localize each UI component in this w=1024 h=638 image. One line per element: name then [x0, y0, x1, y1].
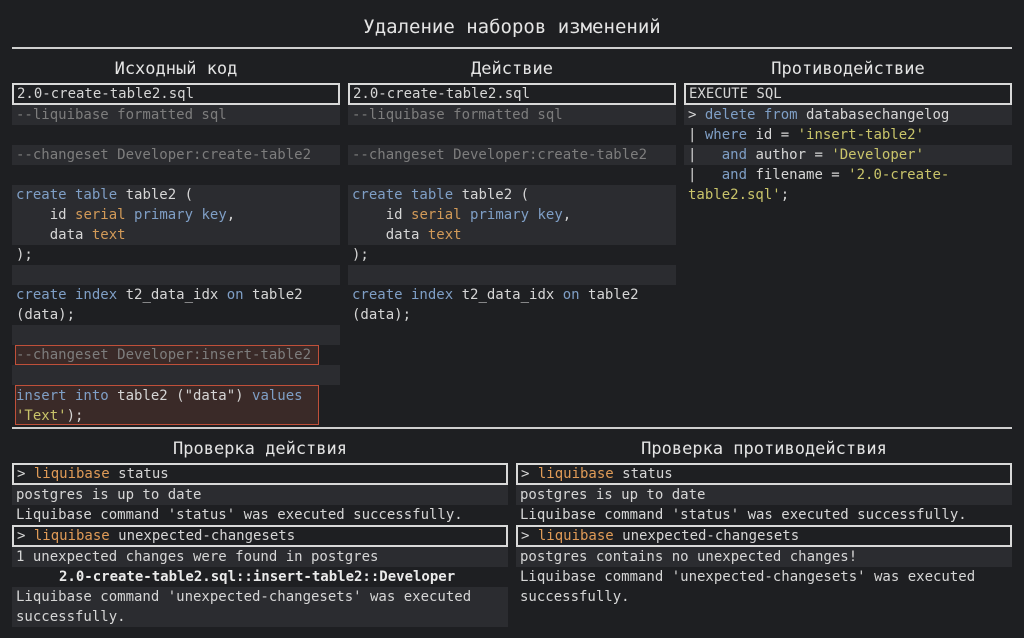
top-divider	[12, 47, 1012, 49]
status-command-line: > liquibase status	[516, 463, 1012, 485]
blank-line	[12, 365, 340, 385]
status-output-uptodate: postgres is up to date	[12, 485, 508, 505]
blank-line	[12, 265, 340, 285]
counter-delete-line: > delete from databasechangelog	[684, 105, 1012, 125]
unexpected-command-line: > liquibase unexpected-changesets	[12, 525, 508, 547]
action-changeset-create: --changeset Developer:create-table2	[348, 145, 676, 165]
column-action-title: Действие	[471, 59, 553, 79]
source-id-column-line: id serial primary key,	[12, 205, 340, 225]
blank-line	[348, 265, 676, 285]
unexpected-command-line: > liquibase unexpected-changesets	[516, 525, 1012, 547]
action-index-cols-line: (data);	[352, 307, 412, 323]
action-create-index-line: create index t2_data_idx on table2	[352, 287, 639, 303]
source-index-cols-line: (data);	[16, 307, 76, 323]
check-action-title: Проверка действия	[173, 439, 347, 459]
status-output-uptodate: postgres is up to date	[516, 485, 1012, 505]
source-code-panel: 2.0-create-table2.sql --liquibase format…	[12, 83, 340, 425]
check-counter-title: Проверка противодействия	[641, 439, 887, 459]
unexpected-output-changeset: 2.0-create-table2.sql::insert-table2::De…	[59, 569, 456, 585]
column-counter-title: Противодействие	[771, 59, 925, 79]
source-data-column-line: data text	[12, 225, 340, 245]
action-formatted-comment: --liquibase formatted sql	[348, 105, 676, 125]
source-create-table-line: create table table2 (	[12, 185, 340, 205]
action-data-column-line: data text	[348, 225, 676, 245]
insert-wrapper: insert into table2 ("data") values 'Text…	[12, 385, 340, 425]
unexpected-output-success-cont: successfully.	[520, 589, 630, 605]
source-create-index-line: create index t2_data_idx on table2	[16, 287, 303, 303]
column-source-title: Исходный код	[114, 59, 238, 79]
unexpected-output-success: Liquibase command 'unexpected-changesets…	[12, 587, 508, 607]
source-changeset-create: --changeset Developer:create-table2	[12, 145, 340, 165]
counter-header: EXECUTE SQL	[684, 83, 1012, 105]
unexpected-output-count: 1 unexpected changes were found in postg…	[12, 547, 508, 567]
counter-filename-line: | and filename = '2.0-create-	[688, 167, 950, 183]
counter-where-line: | where id = 'insert-table2'	[688, 127, 925, 143]
highlight-wrapper: --changeset Developer:insert-table2	[12, 345, 340, 365]
source-insert-highlight: insert into table2 ("data") values 'Text…	[15, 385, 319, 425]
action-file-header: 2.0-create-table2.sql	[348, 83, 676, 105]
blank-line	[12, 325, 340, 345]
status-output-success: Liquibase command 'status' was executed …	[520, 507, 967, 523]
check-counter-terminal: > liquibase status postgres is up to dat…	[516, 463, 1012, 607]
page-title: Удаление наборов изменений	[363, 16, 661, 38]
middle-divider	[12, 427, 1012, 429]
status-command-line: > liquibase status	[12, 463, 508, 485]
source-file-header: 2.0-create-table2.sql	[12, 83, 340, 105]
unexpected-output-success: Liquibase command 'unexpected-changesets…	[520, 569, 976, 585]
counter-filename-cont-line: table2.sql';	[688, 187, 790, 203]
action-close-paren: );	[352, 247, 369, 263]
unexpected-output-success-cont: successfully.	[12, 607, 508, 627]
counter-author-line: | and author = 'Developer'	[684, 145, 1012, 165]
unexpected-output-none: postgres contains no unexpected changes!	[516, 547, 1012, 567]
source-close-paren: );	[16, 247, 33, 263]
source-changeset-insert-highlight: --changeset Developer:insert-table2	[15, 345, 319, 365]
status-output-success: Liquibase command 'status' was executed …	[16, 507, 463, 523]
action-id-column-line: id serial primary key,	[348, 205, 676, 225]
check-action-terminal: > liquibase status postgres is up to dat…	[12, 463, 508, 627]
action-panel: 2.0-create-table2.sql --liquibase format…	[348, 83, 676, 325]
source-formatted-comment: --liquibase formatted sql	[12, 105, 340, 125]
counter-action-panel: EXECUTE SQL > delete from databasechange…	[684, 83, 1012, 205]
action-create-table-line: create table table2 (	[348, 185, 676, 205]
